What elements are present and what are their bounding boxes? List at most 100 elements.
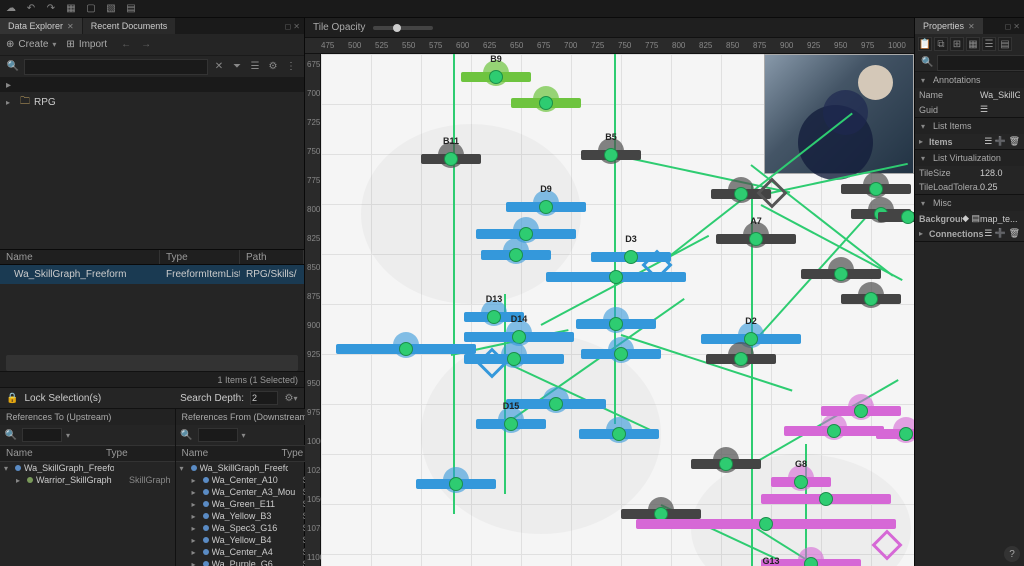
graph-edge (614, 54, 616, 424)
filter-icon[interactable]: ⏷ (230, 60, 244, 74)
prop-background[interactable]: Background◆ ▤ map_te... (915, 211, 1024, 226)
skill-node[interactable] (581, 349, 661, 359)
section-misc[interactable]: Misc (933, 198, 952, 208)
section-annotations[interactable]: Annotations (933, 75, 981, 85)
nav-icon[interactable]: ⊞ (950, 37, 964, 51)
close-icon[interactable]: ✕ (968, 22, 975, 31)
folder-tree[interactable]: ▸ 🗀 RPG (0, 92, 304, 249)
section-listitems[interactable]: List Items (933, 121, 972, 131)
skill-node[interactable] (841, 184, 911, 194)
minimize-icon[interactable]: ◻ (285, 22, 292, 31)
lock-icon[interactable]: 🔒 (6, 393, 18, 404)
tab-data-explorer[interactable]: Data Explorer✕ (0, 18, 83, 34)
skill-node[interactable]: B11 (421, 154, 481, 164)
skill-node[interactable]: G8 (771, 477, 831, 487)
prop-tilesize[interactable]: 128.0 (980, 168, 1020, 178)
skill-node[interactable] (706, 354, 776, 364)
nav-back-icon[interactable]: ← (121, 39, 131, 50)
search-input[interactable] (24, 59, 208, 75)
data-explorer-panel: Data Explorer✕ Recent Documents ◻✕ ⊕ Cre… (0, 18, 305, 566)
depth-label: Search Depth: (180, 393, 244, 404)
skill-node[interactable] (801, 269, 881, 279)
skill-node[interactable] (476, 229, 576, 239)
clipboard-icon[interactable]: 📋 (918, 37, 932, 51)
properties-search[interactable] (937, 55, 1024, 71)
prop-name-value[interactable]: Wa_SkillGraph_F (980, 90, 1020, 100)
scroll-track[interactable] (6, 355, 298, 371)
list-item[interactable]: Wa_SkillGraph_Freeform FreeformItemListA… (0, 265, 304, 284)
skill-node[interactable] (636, 519, 896, 529)
chevron-down-icon[interactable]: ▾ (66, 431, 70, 440)
skill-node[interactable] (511, 98, 581, 108)
prop-tolera[interactable]: 0.25 (980, 182, 1020, 192)
copy-icon[interactable]: ⧉ (934, 37, 948, 51)
skill-node[interactable] (691, 459, 761, 469)
skill-node[interactable] (761, 494, 891, 504)
help-button[interactable]: ? (1004, 546, 1020, 562)
clear-icon[interactable]: ✕ (212, 60, 226, 74)
overflow-icon[interactable]: ⋮ (284, 60, 298, 74)
gear-icon[interactable]: ⚙ (266, 60, 280, 74)
skill-node[interactable] (878, 212, 914, 222)
reffrom-search[interactable] (198, 428, 238, 442)
prop-connections[interactable]: ▸Connections☰ ➕ 🗑 (915, 226, 1024, 241)
image-icon[interactable]: ▧ (104, 2, 118, 16)
undo-icon[interactable]: ↶ (24, 2, 38, 16)
minimize-icon[interactable]: ◻ (1005, 22, 1012, 31)
skill-node[interactable] (481, 250, 551, 260)
menu-icon[interactable]: ☰ (980, 104, 1020, 115)
skill-node[interactable]: D9 (506, 202, 586, 212)
refto-tree[interactable]: ▾Wa_SkillGraph_Freeform▸Warrior_SkillGra… (0, 462, 175, 566)
skill-node[interactable]: D15 (476, 419, 546, 429)
table-icon[interactable]: ▤ (998, 37, 1012, 51)
list-icon[interactable]: ☰ (982, 37, 996, 51)
list-item[interactable]: ▾Wa_SkillGraph_Freeform (0, 462, 175, 474)
breadcrumb[interactable]: ▸ (0, 78, 304, 92)
menu-icon[interactable]: ☰ (248, 60, 262, 74)
skill-node[interactable]: B5 (581, 150, 641, 160)
skill-node[interactable]: D2 (701, 334, 801, 344)
explorer-toolbar: ⊕ Create ▾ ⊞ Import ← → (0, 34, 304, 56)
preset-icon[interactable]: ▦ (966, 37, 980, 51)
skill-node[interactable]: B9 (461, 72, 531, 82)
import-button[interactable]: ⊞ Import (66, 39, 107, 50)
list-item[interactable]: ▸Warrior_SkillGraphSkillGraph (0, 474, 175, 486)
skill-node[interactable]: D14 (464, 332, 574, 342)
skill-node[interactable]: A7 (716, 234, 796, 244)
refto-search[interactable] (22, 428, 62, 442)
depth-input[interactable] (250, 391, 278, 405)
open-icon[interactable]: ▤ (124, 2, 138, 16)
create-button[interactable]: ⊕ Create ▾ (6, 39, 56, 50)
gear-icon[interactable]: ⚙▾ (284, 391, 298, 405)
slider-knob[interactable] (393, 24, 401, 32)
close-panel-icon[interactable]: ✕ (1013, 22, 1020, 31)
skill-node[interactable] (576, 319, 656, 329)
opacity-slider[interactable] (373, 26, 433, 30)
skill-node[interactable] (784, 426, 884, 436)
expand-icon[interactable]: ▸ (6, 98, 16, 107)
close-icon[interactable]: ✕ (67, 22, 74, 31)
redo-icon[interactable]: ↷ (44, 2, 58, 16)
nav-fwd-icon[interactable]: → (141, 39, 151, 50)
skill-node[interactable] (876, 429, 914, 439)
skill-node[interactable] (579, 429, 659, 439)
graph-canvas[interactable]: B9 B11 B5 A7 D9 D3 D13 D14 D2 D15 (321, 54, 914, 566)
close-panel-icon[interactable]: ✕ (293, 22, 300, 31)
folder-row[interactable]: ▸ 🗀 RPG (0, 92, 304, 113)
section-virt[interactable]: List Virtualization (933, 153, 1001, 163)
window-icon[interactable]: ▢ (84, 2, 98, 16)
skill-node[interactable] (336, 344, 476, 354)
chevron-down-icon[interactable]: ▾ (242, 431, 246, 440)
prop-items[interactable]: ▸Items☰ ➕ 🗑 (915, 134, 1024, 149)
canvas-toolbar: Tile Opacity (305, 18, 914, 38)
skill-node[interactable] (621, 509, 701, 519)
tab-recent-docs[interactable]: Recent Documents (83, 18, 177, 34)
skill-node[interactable] (546, 272, 686, 282)
cloud-icon[interactable]: ☁ (4, 2, 18, 16)
skill-node[interactable] (506, 399, 606, 409)
skill-node[interactable] (841, 294, 901, 304)
asset-list[interactable]: Wa_SkillGraph_Freeform FreeformItemListA… (0, 265, 304, 335)
layout-icon[interactable]: ▦ (64, 2, 78, 16)
skill-node[interactable] (416, 479, 496, 489)
tab-properties[interactable]: Properties✕ (915, 18, 984, 34)
